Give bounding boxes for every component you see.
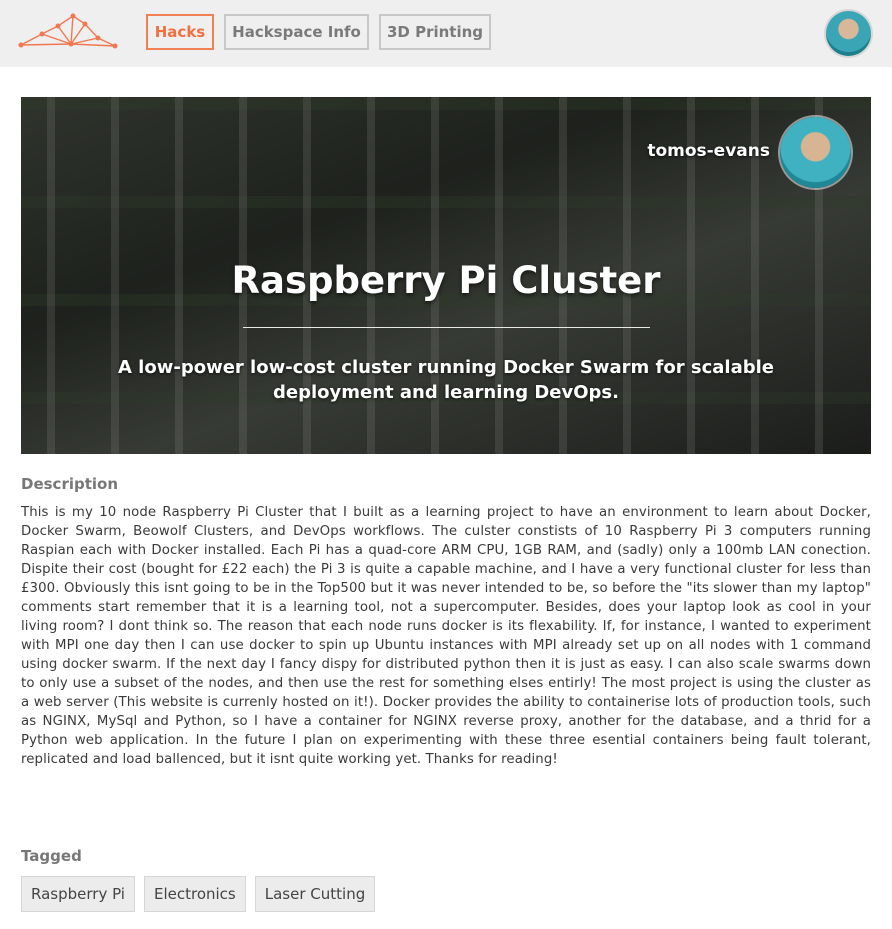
description-heading: Description [21,475,119,493]
top-navbar: Hacks Hackspace Info 3D Printing [0,0,892,67]
page-title: Raspberry Pi Cluster [231,259,661,302]
nav-hackspace-info-button[interactable]: Hackspace Info [224,14,369,50]
tag-raspberry-pi[interactable]: Raspberry Pi [21,876,135,912]
user-avatar-icon[interactable] [826,11,871,56]
nav-3d-printing-button[interactable]: 3D Printing [379,14,491,50]
tagged-heading: Tagged [21,847,82,865]
title-divider [243,327,650,328]
author-name[interactable]: tomos-evans [647,141,770,161]
tag-electronics[interactable]: Electronics [143,876,246,912]
hero-banner: tomos-evans Raspberry Pi Cluster A low-p… [21,97,871,454]
description-text: This is my 10 node Raspberry Pi Cluster … [21,505,871,767]
author-avatar-icon[interactable] [780,117,851,188]
network-mesh-logo-icon[interactable] [18,10,118,52]
page-subtitle: A low-power low-cost cluster running Doc… [117,357,774,403]
nav-hacks-button[interactable]: Hacks [146,14,214,50]
tag-laser-cutting[interactable]: Laser Cutting [254,876,376,912]
tag-list: Raspberry Pi Electronics Laser Cutting [21,876,376,912]
